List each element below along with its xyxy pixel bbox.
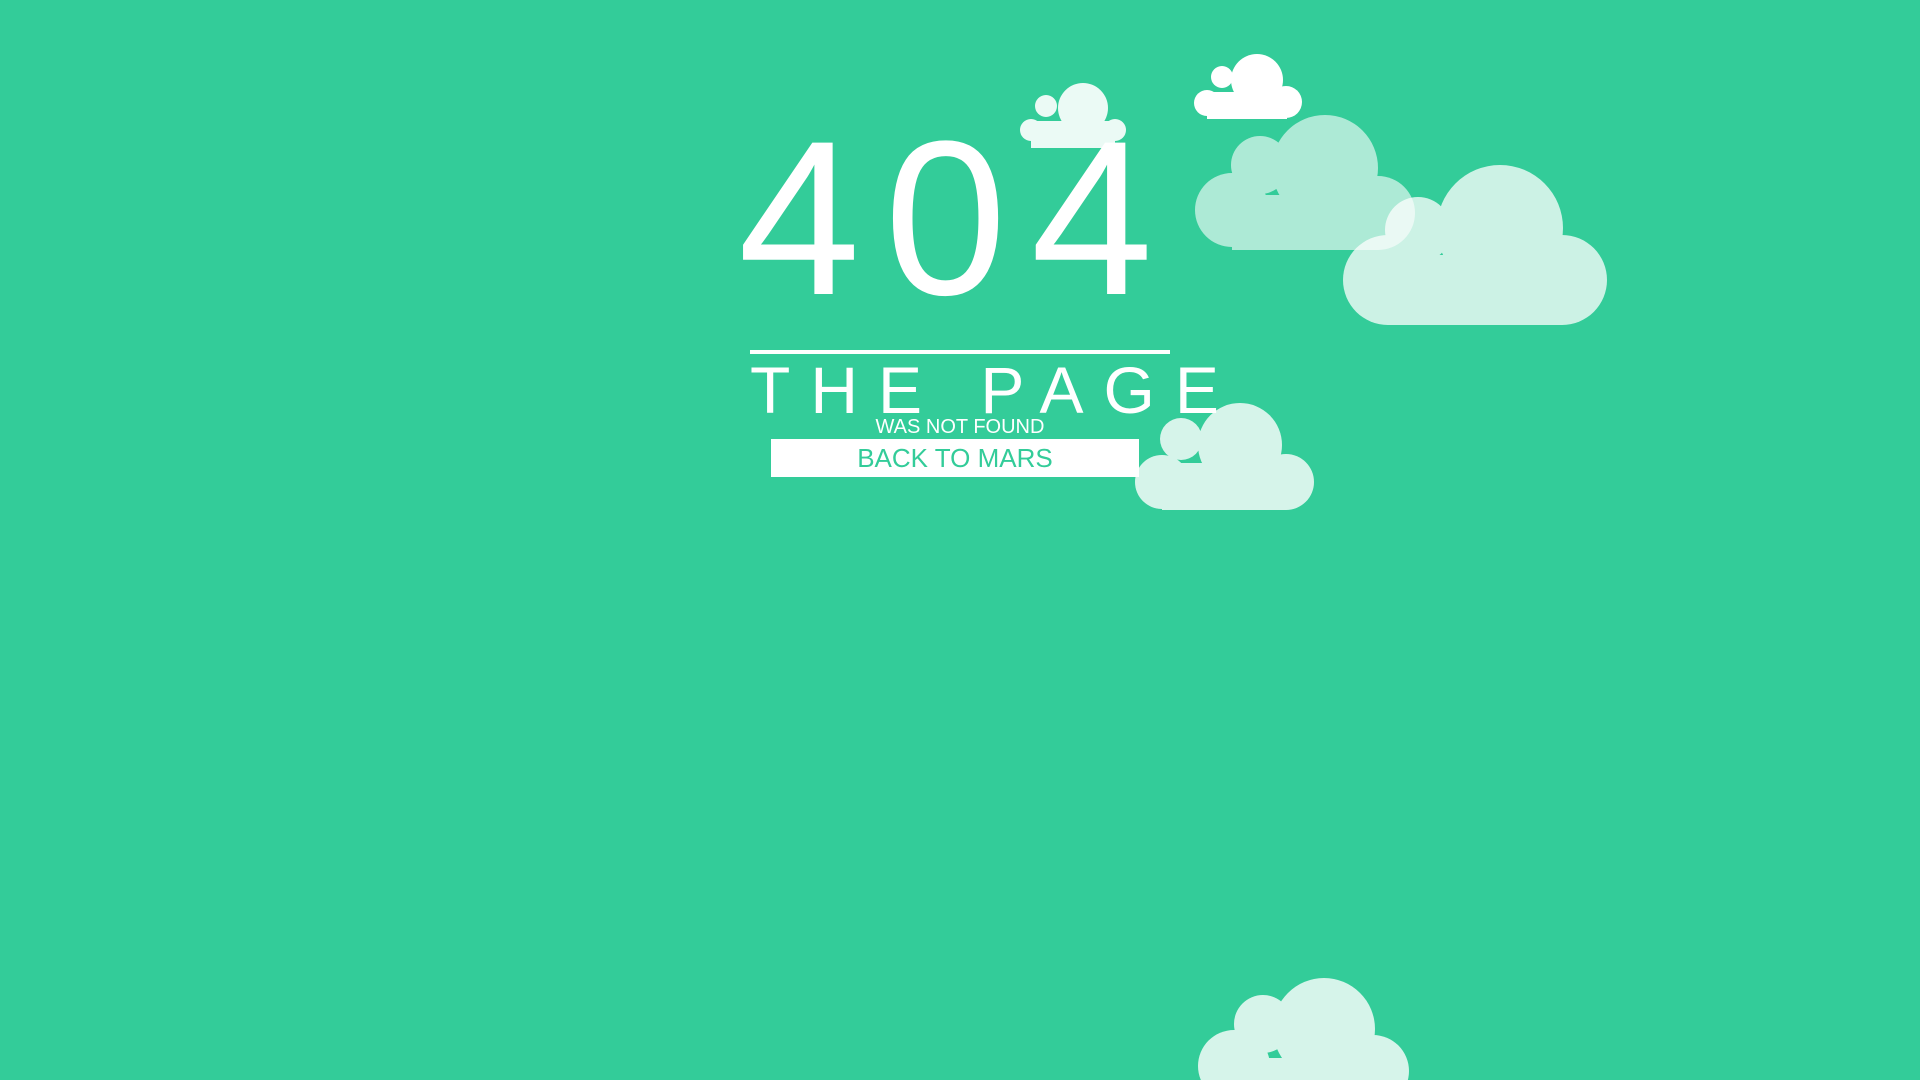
cloud-icon <box>1343 165 1608 325</box>
cloud-icon <box>1198 978 1410 1080</box>
cloud-icon <box>1194 53 1302 119</box>
error-code: 404 <box>738 95 1178 341</box>
cloud-icon <box>1135 403 1314 510</box>
error-subline: WAS NOT FOUND <box>875 416 1045 438</box>
not-found-page: 404 THE PAGE WAS NOT FOUND BACK TO MARS <box>0 0 1920 1080</box>
back-to-mars-button[interactable]: BACK TO MARS <box>771 439 1139 477</box>
